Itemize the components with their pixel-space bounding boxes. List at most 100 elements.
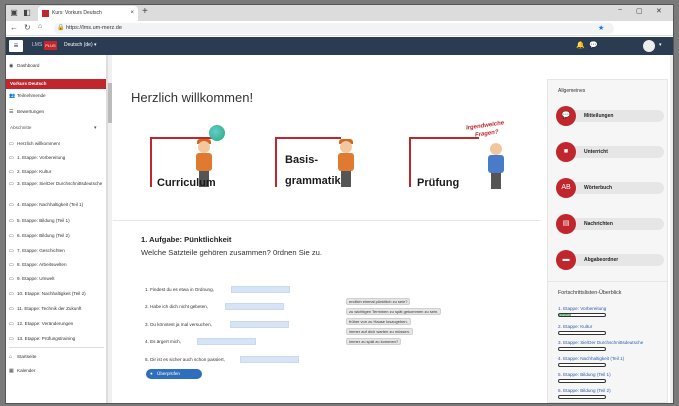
grammar-label-line1: Basis- [285, 154, 319, 166]
sidebar-item-home[interactable]: ⌂ Startseite [6, 354, 106, 360]
sidebar-section-item[interactable]: ▭ 10. Etappe: Nachhaltigkeit (Teil 2) [6, 291, 106, 297]
link-messages[interactable]: 💬 Mitteilungen [556, 106, 664, 126]
progress-label-2[interactable]: 2. Etappe: Kultur [558, 324, 592, 329]
favorite-star-icon[interactable]: ★ [598, 24, 604, 32]
folder-icon: ▭ [9, 181, 14, 187]
sidebar-item-course[interactable]: Vorkurs Deutsch [6, 79, 106, 89]
answer-chip[interactable]: endlich einmal pünktlich zu sein? [346, 298, 411, 305]
sidebar-divider [9, 347, 104, 348]
user-avatar[interactable] [643, 40, 655, 52]
menu-toggle-button[interactable]: ≡ [9, 40, 23, 52]
site-favicon-icon [42, 10, 49, 17]
answer-chip[interactable]: früher von zu Hause loszugehen. [346, 318, 411, 325]
tab-actions-icon[interactable]: ◧ [22, 8, 32, 18]
home-icon: ⌂ [9, 354, 13, 360]
link-news[interactable]: ▤ Nachrichten [556, 214, 664, 234]
dashboard-icon: ◉ [9, 63, 14, 69]
sidebar-section-item[interactable]: ▭ 8. Etappe: Arbeitswelten [6, 262, 106, 268]
check-button[interactable]: ● Überprüfen [146, 369, 202, 379]
course-sidebar: ◉ Dashboard Vorkurs Deutsch 👥 Teilnehmen… [6, 55, 107, 403]
right-panel: Allgemeines 💬 Mitteilungen ■ Unterricht … [544, 55, 673, 403]
drop-slot-2[interactable] [225, 303, 284, 310]
workspaces-icon[interactable]: ▣ [9, 8, 19, 18]
progress-label-3[interactable]: 3. Etappe: Sie/Der Durchschnittsdeutsche [558, 340, 643, 345]
answer-chip[interactable]: zu wichtigen Terminen zu spät gekommen z… [346, 308, 442, 315]
tab-bar: ▣ ◧ Kurs: Vorkurs Deutsch × + − ▢ ✕ [6, 5, 673, 21]
progress-label-6[interactable]: 6. Etappe: Bildung (Teil 2) [558, 388, 611, 393]
url-field[interactable]: 🔒 https://lms.um-merz.de [54, 23, 614, 34]
sidebar-section-item[interactable]: ▭ 13. Etappe: Prüfungstraining [6, 336, 106, 342]
sections-header[interactable]: Abschnitte ▾ [6, 125, 106, 131]
page-scrollbar[interactable] [670, 55, 673, 403]
sidebar-section-item[interactable]: ▭ 4. Etappe: Nachhaltigkeit (Teil 1) [6, 202, 106, 208]
progress-label-4[interactable]: 4. Etappe: Nachhaltigkeit (Teil 1) [558, 356, 624, 361]
exam-callout-line1: Irgendwelche [465, 120, 505, 132]
close-window-icon[interactable]: ✕ [656, 7, 662, 15]
folder-icon: ▭ [9, 141, 14, 147]
sentence-5: 5. Dir ist es sicher auch schon passiert… [145, 357, 225, 362]
notification-bell-icon[interactable]: 🔔 [576, 41, 585, 49]
chevron-down-icon[interactable]: ▾ [659, 42, 662, 48]
sidebar-section-item[interactable]: ▭ 3. Etappe: Sie/Der Durchschnittsdeutsch… [6, 181, 106, 187]
sidebar-section-item[interactable]: ▭ 7. Etappe: Geschichten [6, 248, 106, 254]
home-icon[interactable]: ⌂ [38, 23, 42, 30]
reload-icon[interactable]: ↻ [24, 23, 31, 32]
link-submission-folder[interactable]: ▬ Abgabeordner [556, 250, 664, 270]
back-icon[interactable]: ← [10, 23, 18, 32]
drop-slot-4[interactable] [197, 338, 256, 345]
progress-bar-5 [558, 379, 606, 383]
language-selector[interactable]: Deutsch (de) ▾ [64, 42, 97, 48]
sidebar-item-dashboard[interactable]: ◉ Dashboard [6, 63, 106, 69]
question-figure-icon [485, 143, 507, 189]
sidebar-section-item[interactable]: ▭ 6. Etappe: Bildung (Teil 2) [6, 233, 106, 239]
tab-title: Kurs: Vorkurs Deutsch [52, 10, 102, 16]
plus-logo[interactable]: PLUS [44, 41, 57, 50]
course-main: Herzlich willkommen! Curriculum Basis- g… [113, 55, 541, 403]
lms-navbar: ≡ LMS PLUS Deutsch (de) ▾ 🔔 💬 ▾ [6, 37, 673, 55]
scrollbar-thumb[interactable] [108, 83, 112, 123]
progress-bar-1: Fortschritt [558, 313, 606, 317]
sidebar-item-calendar[interactable]: ▦ Kalender [6, 368, 106, 374]
answer-chip[interactable]: immer auf dich warten zu müssen. [346, 328, 413, 335]
new-tab-button[interactable]: + [142, 6, 148, 17]
exam-callout-line2: Fragen? [474, 129, 499, 139]
answer-chip[interactable]: immer zu spät zu kommen? [346, 338, 402, 345]
general-header: Allgemeines [558, 88, 586, 94]
progress-label-1[interactable]: 1. Etappe: Vorbereitung [558, 306, 606, 311]
messages-icon[interactable]: 💬 [589, 41, 598, 49]
sidebar-item-grades[interactable]: ☰ Bewertungen [6, 109, 106, 115]
task-subtitle: Welche Satzteile gehören zusammen? 0rdne… [141, 248, 322, 257]
drop-slot-3[interactable] [230, 321, 289, 328]
browser-tab[interactable]: Kurs: Vorkurs Deutsch × [38, 6, 138, 21]
minimize-icon[interactable]: − [618, 7, 622, 14]
section-divider [113, 220, 541, 221]
folder-icon: ▭ [9, 321, 14, 327]
progress-label-5[interactable]: 5. Etappe: Bildung (Teil 1) [558, 372, 611, 377]
drop-slot-5[interactable] [240, 356, 299, 363]
progress-fill-text: Fortschritt [560, 313, 574, 317]
chevron-down-icon[interactable]: ▾ [94, 125, 97, 132]
sidebar-section-item[interactable]: ▭ 12. Etappe: Veränderungen [6, 321, 106, 327]
maximize-icon[interactable]: ▢ [636, 7, 643, 15]
welcome-heading: Herzlich willkommen! [131, 90, 254, 105]
newspaper-icon: ▤ [556, 214, 576, 234]
progress-bar-3 [558, 347, 606, 351]
sidebar-section-item[interactable]: ▭ 1. Etappe: Vorbereitung [6, 155, 106, 161]
sidebar-section-item[interactable]: ▭ Herzlich willkommen! [6, 141, 106, 147]
link-dictionary[interactable]: AB Wörterbuch [556, 178, 664, 198]
task-title: 1. Aufgabe: Pünktlichkeit [141, 235, 232, 244]
drop-slot-1[interactable] [231, 286, 290, 293]
folder-icon: ▭ [9, 169, 14, 175]
link-lessons[interactable]: ■ Unterricht [556, 142, 664, 162]
folder-icon: ▭ [9, 276, 14, 282]
sidebar-section-item[interactable]: ▭ 9. Etappe: Umwelt [6, 276, 106, 282]
sidebar-section-item[interactable]: ▭ 11. Etappe: Technik der Zukunft [6, 306, 106, 312]
sidebar-section-item[interactable]: ▭ 2. Etappe: Kultur [6, 169, 106, 175]
progress-bar-4 [558, 363, 606, 367]
sidebar-item-participants[interactable]: 👥 Teilnehmende [6, 93, 106, 99]
lms-label[interactable]: LMS [32, 42, 42, 48]
grades-icon: ☰ [9, 109, 14, 115]
sidebar-section-item[interactable]: ▭ 5. Etappe: Bildung (Teil 1) [6, 218, 106, 224]
tab-close-icon[interactable]: × [130, 6, 134, 21]
sidebar-scrollbar[interactable] [107, 55, 112, 403]
